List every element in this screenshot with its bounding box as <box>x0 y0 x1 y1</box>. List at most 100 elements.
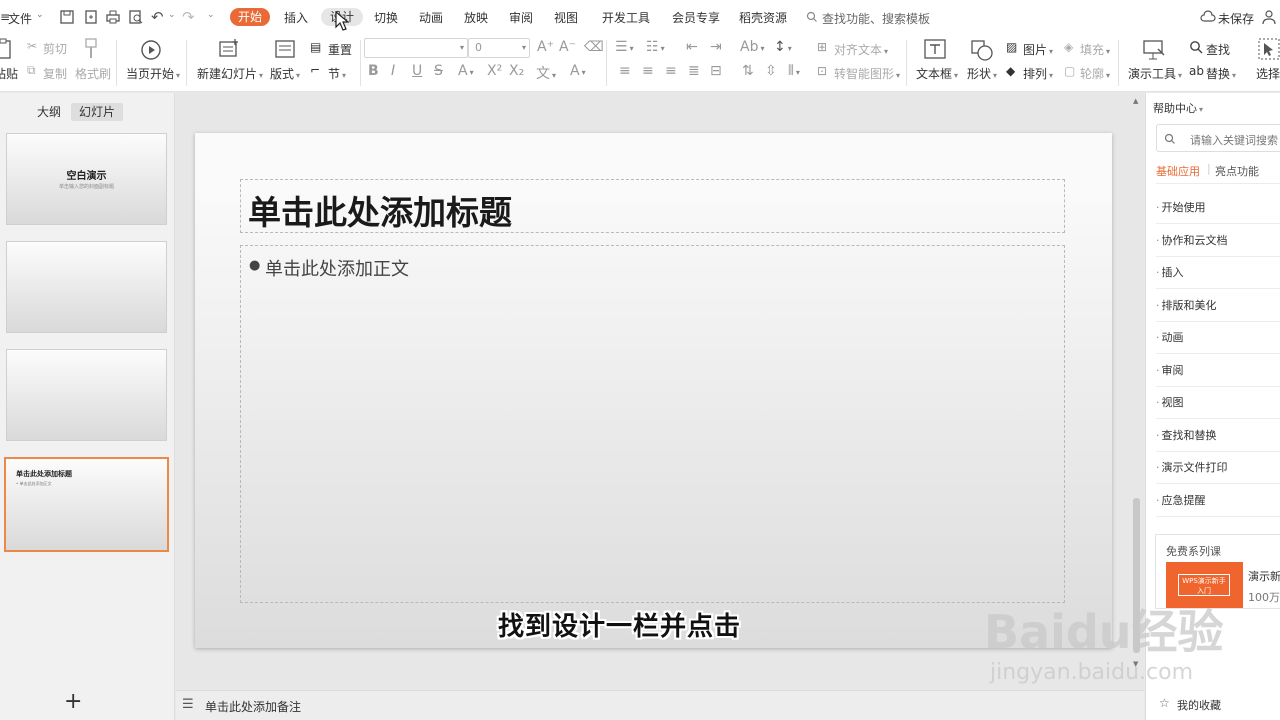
tab-review[interactable]: 审阅 <box>509 9 533 27</box>
increase-font-icon[interactable]: A⁺ <box>537 39 554 55</box>
scroll-up-icon[interactable]: ▲ <box>1133 97 1138 105</box>
distribute-icon[interactable]: ⊟ <box>710 63 722 79</box>
tab-animation[interactable]: 动画 <box>419 9 443 27</box>
help-item-collaboration[interactable]: · 协作和云文档 <box>1156 225 1280 257</box>
cut-icon[interactable]: ✂ <box>27 39 37 53</box>
highlight-icon[interactable]: A ▾ <box>570 63 586 79</box>
undo-dropdown-icon[interactable]: ⌄ <box>168 10 176 20</box>
replace-icon[interactable]: ab <box>1189 64 1204 78</box>
format-painter-icon[interactable] <box>83 38 99 60</box>
justify-icon[interactable]: ≣ <box>688 63 700 79</box>
tab-highlight-features[interactable]: 亮点功能 <box>1215 163 1259 179</box>
my-favorites-link[interactable]: 我的收藏 <box>1177 697 1221 713</box>
undo-icon[interactable]: ↶ <box>151 8 164 26</box>
help-center-header[interactable]: 帮助中心 ▾ <box>1153 100 1203 116</box>
select-button[interactable]: 选择▾ <box>1256 65 1280 82</box>
unsaved-status[interactable]: 未保存 <box>1218 10 1254 27</box>
paste-icon[interactable] <box>0 38 12 60</box>
font-size-combo[interactable]: 0 ▾ <box>468 38 530 58</box>
text-direction-icon[interactable]: Ab ▾ <box>740 39 764 55</box>
help-item-emergency-reminder[interactable]: · 应急提醒 <box>1156 485 1280 517</box>
layout-button[interactable]: 版式 ▾ <box>270 65 300 82</box>
notes-pane[interactable]: ☰ 单击此处添加备注 <box>176 690 1144 720</box>
tab-transition[interactable]: 切换 <box>374 9 398 27</box>
help-item-getting-started[interactable]: · 开始使用 <box>1156 192 1280 224</box>
new-slide-button[interactable]: 新建幻灯片 ▾ <box>197 65 263 82</box>
decrease-indent-icon[interactable]: ⇤ <box>686 39 698 55</box>
redo-icon[interactable]: ↷ <box>182 8 195 26</box>
line-spacing-icon[interactable]: ↕ ▾ <box>774 39 792 55</box>
font-color-icon[interactable]: A ▾ <box>458 63 474 79</box>
body-placeholder[interactable]: ● 单击此处添加正文 <box>240 245 1065 603</box>
shape-icon[interactable] <box>970 39 994 61</box>
fill-icon[interactable]: ◈ <box>1064 40 1073 54</box>
align-right-icon[interactable]: ≡ <box>665 63 677 79</box>
tab-docer-resources[interactable]: 稻壳资源 <box>739 9 787 27</box>
help-search-box[interactable]: 请输入关键词搜索 <box>1156 124 1280 152</box>
superscript-icon[interactable]: X² <box>487 63 502 79</box>
outline-button[interactable]: 轮廓 ▾ <box>1080 65 1110 82</box>
bullet-list-icon[interactable]: ☰ ▾ <box>615 39 634 55</box>
tab-insert[interactable]: 插入 <box>284 9 308 27</box>
layout-icon[interactable] <box>275 40 295 58</box>
find-button[interactable]: 查找 <box>1206 41 1230 58</box>
numbered-list-icon[interactable]: ☷ ▾ <box>646 39 665 55</box>
phonetic-guide-icon[interactable]: 文 ▾ <box>536 63 556 83</box>
subscript-icon[interactable]: X₂ <box>509 63 524 79</box>
textbox-button[interactable]: 文本框 ▾ <box>916 65 958 82</box>
strikethrough-icon[interactable]: S <box>434 63 443 79</box>
help-item-insert[interactable]: · 插入 <box>1156 257 1280 289</box>
reset-button[interactable]: 重置 <box>328 41 352 58</box>
section-icon[interactable]: ⌐ <box>310 63 320 77</box>
share-user-icon[interactable] <box>1262 9 1278 25</box>
from-current-slide-button[interactable]: 当页开始 ▾ <box>126 65 180 82</box>
picture-button[interactable]: 图片 ▾ <box>1023 41 1053 58</box>
find-icon[interactable] <box>1189 40 1203 54</box>
underline-icon[interactable]: U <box>412 63 422 79</box>
format-painter-button[interactable]: 格式刷 <box>75 65 111 82</box>
tab-slides[interactable]: 幻灯片 <box>71 103 124 121</box>
add-slide-icon[interactable]: + <box>64 689 82 714</box>
align-text-button[interactable]: 对齐文本 ▾ <box>834 41 888 58</box>
decrease-font-icon[interactable]: A⁻ <box>559 39 576 55</box>
save-icon[interactable] <box>59 9 75 25</box>
paste-button[interactable]: 粘贴 <box>0 65 18 82</box>
presenter-tools-icon[interactable] <box>1142 39 1166 61</box>
shape-button[interactable]: 形状 ▾ <box>967 65 997 82</box>
arrange-icon[interactable]: ◆ <box>1006 64 1015 78</box>
tab-membership[interactable]: 会员专享 <box>672 9 720 27</box>
copy-icon[interactable]: ⧉ <box>27 63 36 78</box>
tab-outline[interactable]: 大纲 <box>29 103 69 121</box>
font-name-combo[interactable]: ▾ <box>364 38 468 58</box>
help-item-animation[interactable]: · 动画 <box>1156 322 1280 354</box>
tab-developer[interactable]: 开发工具 <box>602 9 650 27</box>
slide-thumbnail-4[interactable]: 单击此处添加标题 • 单击此处添加正文 <box>4 457 169 552</box>
arrange-button[interactable]: 排列 ▾ <box>1023 65 1053 82</box>
line-spacing-options-icon[interactable]: ⇳ <box>765 63 777 79</box>
command-search[interactable]: 查找功能、搜索模板 <box>822 10 930 27</box>
help-item-print[interactable]: · 演示文件打印 <box>1156 452 1280 484</box>
print-icon[interactable] <box>105 9 121 25</box>
tab-slideshow[interactable]: 放映 <box>464 9 488 27</box>
picture-icon[interactable]: ▨ <box>1006 40 1017 54</box>
convert-smartart-button[interactable]: 转智能图形 ▾ <box>834 65 900 82</box>
quick-access-customize-icon[interactable]: ⌄ <box>207 10 215 20</box>
slide-thumbnail-2[interactable] <box>6 241 167 333</box>
file-menu[interactable]: 文件 <box>8 10 32 27</box>
clear-format-icon[interactable]: ⌫ <box>584 39 604 55</box>
section-button[interactable]: 节 ▾ <box>328 65 346 82</box>
italic-icon[interactable]: I <box>391 63 395 79</box>
cut-button[interactable]: 剪切 <box>43 40 67 57</box>
slide-thumbnail-1[interactable]: 空白演示 单击输入您的封面副标题 <box>6 133 167 225</box>
tab-basic-applications[interactable]: 基础应用 <box>1156 163 1200 179</box>
play-from-current-icon[interactable] <box>140 39 162 61</box>
smartart-icon[interactable]: ⊡ <box>817 64 827 78</box>
slide-thumbnail-3[interactable] <box>6 349 167 441</box>
tab-view[interactable]: 视图 <box>554 9 578 27</box>
align-center-icon[interactable]: ≡ <box>642 63 654 79</box>
columns-icon[interactable]: ⫴ ▾ <box>788 63 800 79</box>
cloud-sync-icon[interactable] <box>1200 9 1216 25</box>
favorites-icon[interactable]: ☆ <box>1159 696 1170 710</box>
increase-indent-icon[interactable]: ⇥ <box>710 39 722 55</box>
replace-button[interactable]: 替换 ▾ <box>1206 65 1236 82</box>
